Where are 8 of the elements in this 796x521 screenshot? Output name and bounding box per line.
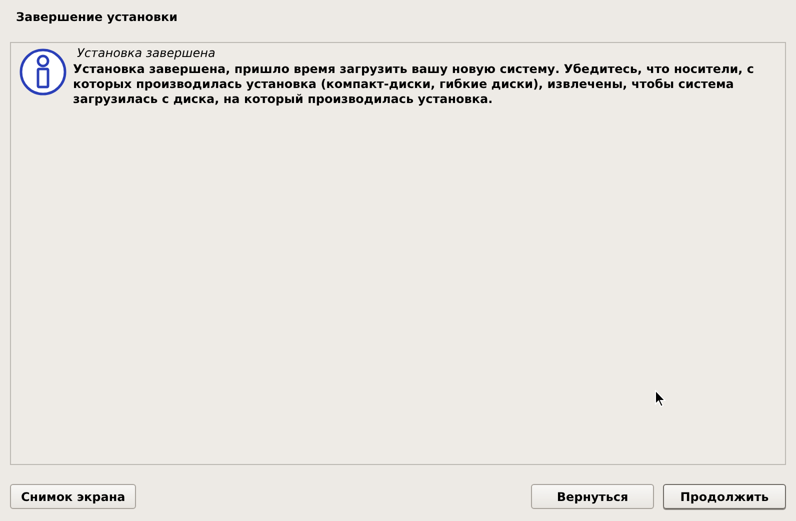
screenshot-button[interactable]: Снимок экрана bbox=[10, 484, 136, 509]
message-text: Установка завершена, пришло время загрузить вашу новую систему. Убедитесь, что носители, с которых производилась установка (компакт-диски, гибкие диски), извлечены, чтобы система загрузилась с диска, на который производилась установка. bbox=[73, 62, 756, 107]
window-title: Завершение установки bbox=[15, 9, 178, 26]
message-heading: Установка завершена bbox=[76, 46, 216, 60]
mouse-pointer-icon bbox=[655, 390, 666, 407]
info-icon bbox=[19, 48, 67, 96]
wizard-button[interactable]: Продолжить bbox=[663, 484, 786, 509]
wizard-button[interactable]: Вернуться bbox=[531, 484, 654, 509]
